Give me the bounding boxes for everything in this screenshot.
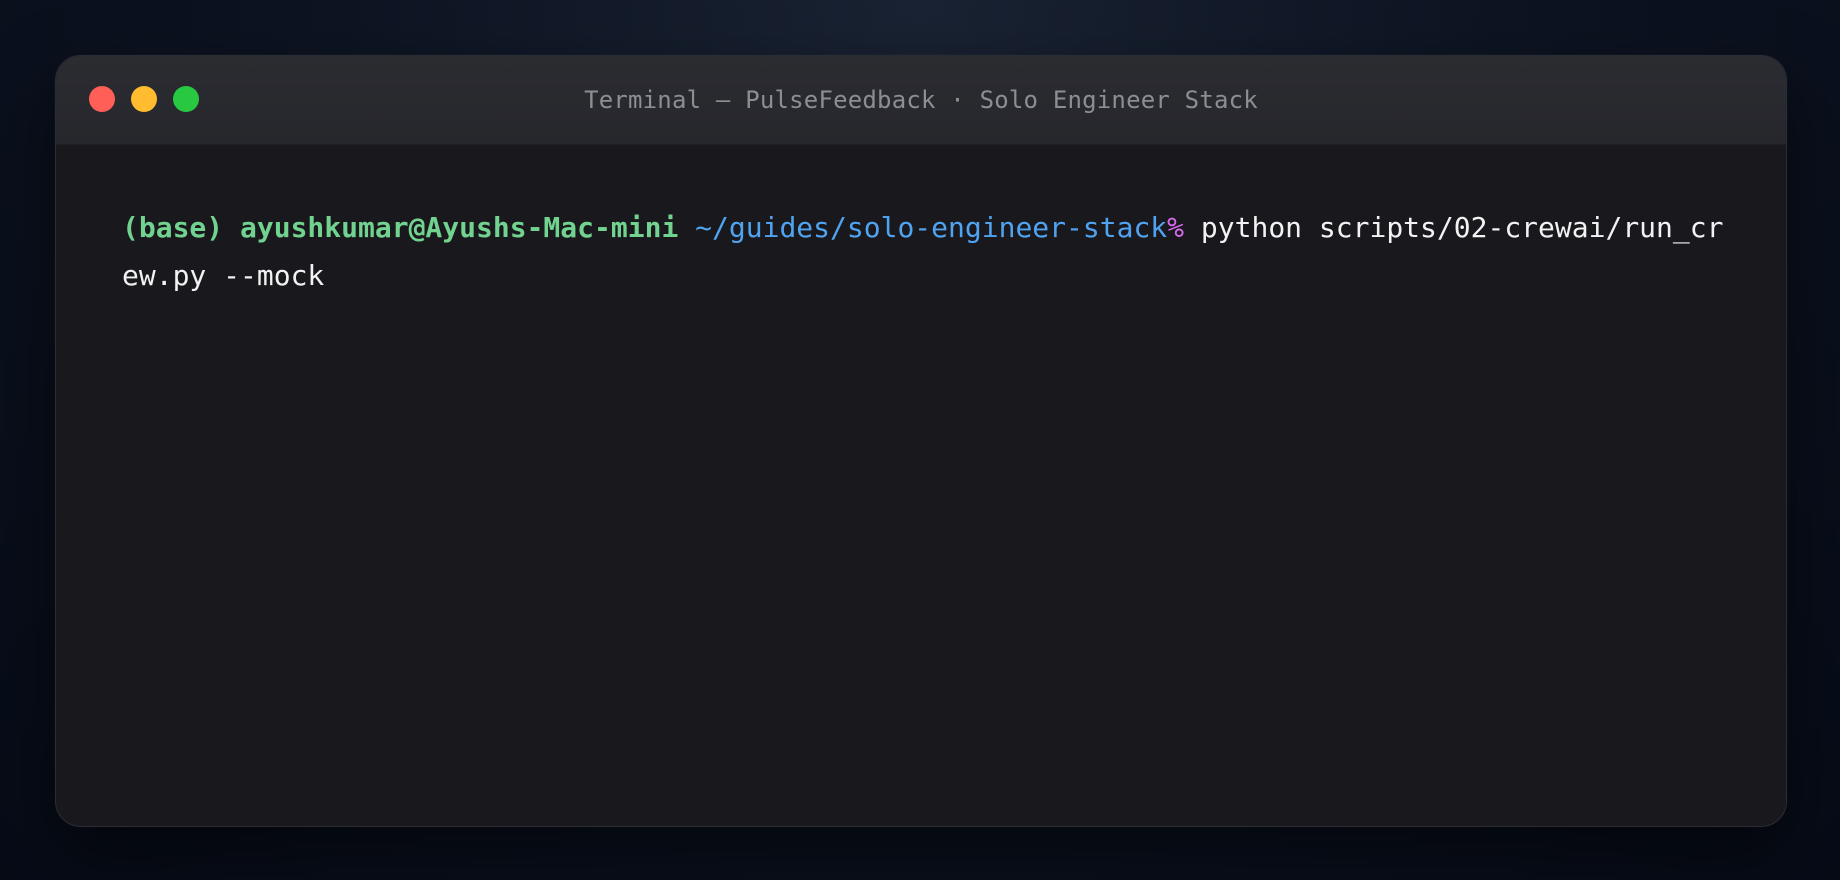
prompt-user-host: (base) ayushkumar@Ayushs-Mac-mini bbox=[122, 211, 679, 244]
title-bar[interactable]: Terminal — PulseFeedback · Solo Engineer… bbox=[56, 56, 1786, 145]
window-title: Terminal — PulseFeedback · Solo Engineer… bbox=[584, 86, 1258, 114]
terminal-window: Terminal — PulseFeedback · Solo Engineer… bbox=[55, 55, 1787, 827]
prompt-cwd: ~/guides/solo-engineer-stack bbox=[695, 211, 1168, 244]
prompt-symbol: % bbox=[1167, 211, 1185, 244]
terminal-output[interactable]: (base) ayushkumar@Ayushs-Mac-mini ~/guid… bbox=[122, 204, 1732, 300]
